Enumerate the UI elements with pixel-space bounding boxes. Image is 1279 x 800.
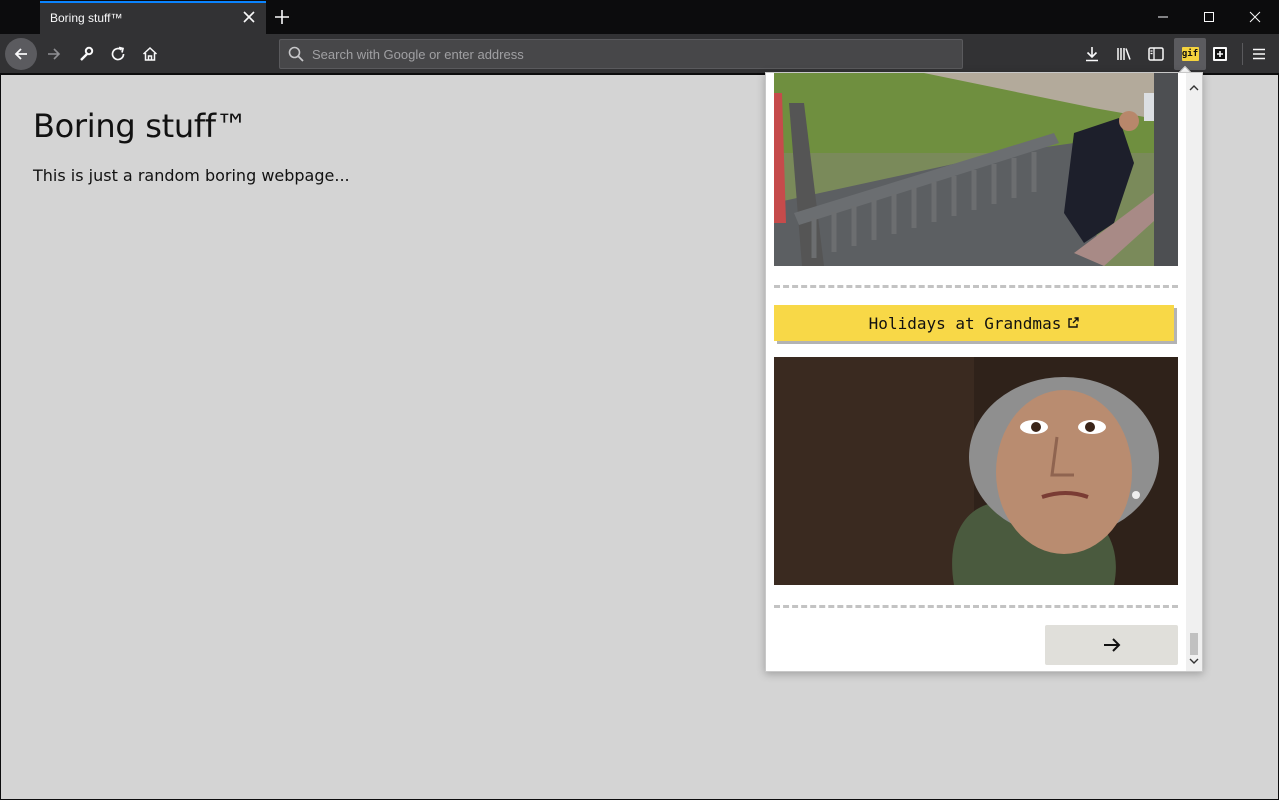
home-button[interactable] [134,38,166,70]
link-label: Holidays at Grandmas [868,313,1062,333]
page-body-text: This is just a random boring webpage... [33,166,350,185]
gif-extension-popup: Holidays at Grandmas [765,72,1203,672]
scroll-down-arrow-icon[interactable] [1189,650,1199,669]
next-button[interactable] [1045,625,1178,665]
minimize-button[interactable] [1151,5,1175,29]
arrow-right-icon [1103,638,1120,652]
extension-button[interactable] [1204,38,1236,70]
tab-title: Boring stuff™ [50,11,123,25]
tab-boring-stuff[interactable]: Boring stuff™ [40,1,266,34]
address-bar[interactable] [279,39,963,69]
scroll-up-arrow-icon[interactable] [1189,77,1199,96]
external-link-icon [1067,314,1080,333]
title-bar: Boring stuff™ [0,0,1279,34]
porch-gif-image [774,73,1178,266]
page-title: Boring stuff™ [33,107,248,145]
forward-button[interactable] [38,38,70,70]
gif-extension-button[interactable]: gif [1174,38,1206,70]
library-button[interactable] [1108,38,1140,70]
customize-wrench-button[interactable] [70,38,102,70]
gif-icon: gif [1181,47,1199,61]
divider [774,285,1178,288]
sidebar-icon [1148,47,1164,61]
forward-arrow-icon [48,48,61,60]
maximize-button[interactable] [1197,5,1221,29]
sidebar-button[interactable] [1140,38,1172,70]
wrench-icon [80,46,94,61]
home-icon [142,46,158,61]
grandma-gif-image [774,357,1178,585]
divider [774,605,1178,608]
extension-plus-icon [1213,47,1227,61]
holidays-at-grandmas-link[interactable]: Holidays at Grandmas [774,305,1174,341]
popup-scrollbar[interactable] [1186,73,1202,671]
menu-button[interactable] [1243,38,1275,70]
new-tab-button[interactable] [272,7,292,27]
reload-button[interactable] [102,38,134,70]
downloads-button[interactable] [1076,38,1108,70]
search-icon [288,46,304,66]
download-icon [1086,47,1098,62]
navigation-toolbar: gif [0,34,1279,74]
url-input[interactable] [312,44,952,64]
reload-icon [111,46,125,61]
library-icon [1117,48,1131,60]
back-button[interactable] [5,38,37,70]
hamburger-menu-icon [1253,48,1265,60]
back-arrow-icon [14,48,27,60]
close-window-button[interactable] [1243,5,1267,29]
tab-close-icon[interactable] [240,8,258,26]
